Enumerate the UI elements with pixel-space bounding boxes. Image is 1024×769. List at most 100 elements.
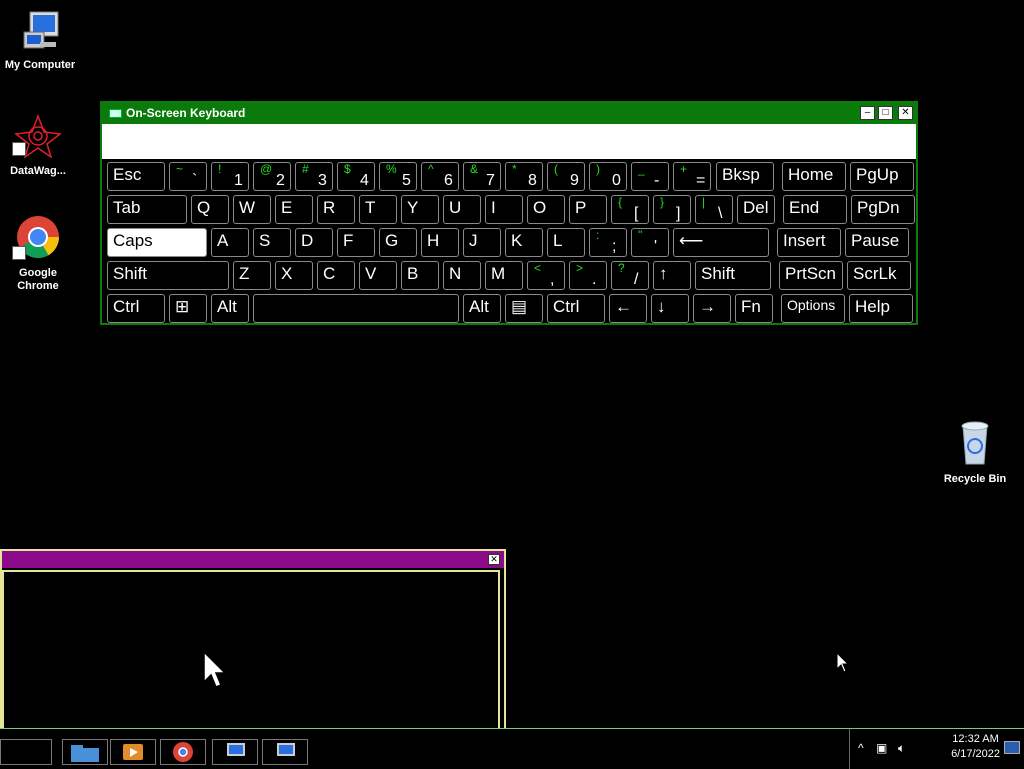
taskbar-item-computer-2[interactable]: [262, 739, 308, 765]
key-del[interactable]: Del: [737, 195, 775, 224]
key-slash[interactable]: ? /: [611, 261, 649, 290]
key-equals[interactable]: + =: [673, 162, 711, 191]
key-b[interactable]: B: [401, 261, 439, 290]
key-4[interactable]: $4: [337, 162, 375, 191]
key-minus[interactable]: _ -: [631, 162, 669, 191]
close-button[interactable]: ✕: [488, 554, 500, 565]
key-end[interactable]: End: [783, 195, 847, 224]
key-m[interactable]: M: [485, 261, 523, 290]
key-label: R: [323, 198, 336, 217]
key-pgdn[interactable]: PgDn: [851, 195, 915, 224]
magnifier-title-bar[interactable]: ✕: [2, 551, 504, 568]
key-home[interactable]: Home: [782, 162, 846, 191]
key-scrlk[interactable]: ScrLk: [847, 261, 911, 290]
key-lshift[interactable]: Shift: [107, 261, 229, 290]
key-j[interactable]: J: [463, 228, 501, 257]
key-prtscn[interactable]: PrtScn: [779, 261, 843, 290]
key-left[interactable]: ←: [609, 294, 647, 323]
key-9[interactable]: (9: [547, 162, 585, 191]
key-right[interactable]: →: [693, 294, 731, 323]
key-label: V: [365, 264, 377, 283]
key-g[interactable]: G: [379, 228, 417, 257]
show-desktop-icon[interactable]: [1004, 741, 1020, 754]
key-esc[interactable]: Esc: [107, 162, 165, 191]
key-8[interactable]: * 8: [505, 162, 543, 191]
key-w[interactable]: W: [233, 195, 271, 224]
desktop-icon-my-computer[interactable]: My Computer: [0, 10, 80, 72]
key-3[interactable]: #3: [295, 162, 333, 191]
key-e[interactable]: E: [275, 195, 313, 224]
key-backslash[interactable]: | \: [695, 195, 733, 224]
key-up[interactable]: ↑: [653, 261, 691, 290]
key-comma[interactable]: <,: [527, 261, 565, 290]
volume-icon[interactable]: 🔈︎: [898, 741, 905, 756]
key-1[interactable]: ! 1: [211, 162, 249, 191]
key-ralt[interactable]: Alt: [463, 294, 501, 323]
key-z[interactable]: Z: [233, 261, 271, 290]
key-space[interactable]: [253, 294, 459, 323]
key-caps[interactable]: Caps: [107, 228, 207, 257]
key-7[interactable]: & 7: [463, 162, 501, 191]
key-fn[interactable]: Fn: [735, 294, 773, 323]
key-enter[interactable]: ⟵: [673, 228, 769, 257]
key-help[interactable]: Help: [849, 294, 913, 323]
key-rctrl[interactable]: Ctrl: [547, 294, 605, 323]
key-period[interactable]: >.: [569, 261, 607, 290]
key-lbracket[interactable]: {[: [611, 195, 649, 224]
key-menu[interactable]: ▤: [505, 294, 543, 323]
key-backtick[interactable]: ~ `: [169, 162, 207, 191]
key-f[interactable]: F: [337, 228, 375, 257]
close-button[interactable]: ✕: [898, 106, 913, 120]
key-k[interactable]: K: [505, 228, 543, 257]
taskbar-item-chrome[interactable]: [160, 739, 206, 765]
key-a[interactable]: A: [211, 228, 249, 257]
key-h[interactable]: H: [421, 228, 459, 257]
key-2[interactable]: @2: [253, 162, 291, 191]
minimize-button[interactable]: –: [860, 106, 875, 120]
key-bksp[interactable]: Bksp: [716, 162, 774, 191]
taskbar-item-media[interactable]: [110, 739, 156, 765]
key-d[interactable]: D: [295, 228, 333, 257]
key-x[interactable]: X: [275, 261, 313, 290]
key-lalt[interactable]: Alt: [211, 294, 249, 323]
key-n[interactable]: N: [443, 261, 481, 290]
key-s[interactable]: S: [253, 228, 291, 257]
key-p[interactable]: P: [569, 195, 607, 224]
key-win[interactable]: ⊞: [169, 294, 207, 323]
taskbar-item-explorer[interactable]: [62, 739, 108, 765]
key-rbracket[interactable]: }]: [653, 195, 691, 224]
key-pause[interactable]: Pause: [845, 228, 909, 257]
key-pgup[interactable]: PgUp: [850, 162, 914, 191]
key-v[interactable]: V: [359, 261, 397, 290]
key-t[interactable]: T: [359, 195, 397, 224]
key-down[interactable]: ↓: [651, 294, 689, 323]
key-u[interactable]: U: [443, 195, 481, 224]
key-o[interactable]: O: [527, 195, 565, 224]
key-tab[interactable]: Tab: [107, 195, 187, 224]
key-options[interactable]: Options: [781, 294, 845, 323]
key-insert[interactable]: Insert: [777, 228, 841, 257]
key-r[interactable]: R: [317, 195, 355, 224]
osk-title-bar[interactable]: On-Screen Keyboard – □ ✕: [102, 103, 916, 124]
clock[interactable]: 12:32 AM 6/17/2022: [951, 732, 1000, 762]
key-y[interactable]: Y: [401, 195, 439, 224]
desktop-icon-google-chrome[interactable]: Google Chrome: [0, 214, 78, 293]
taskbar-item-computer[interactable]: [212, 739, 258, 765]
maximize-button[interactable]: □: [878, 106, 893, 120]
key-i[interactable]: I: [485, 195, 523, 224]
key-lctrl[interactable]: Ctrl: [107, 294, 165, 323]
key-5[interactable]: % 5: [379, 162, 417, 191]
desktop-icon-recycle-bin[interactable]: Recycle Bin: [935, 418, 1015, 486]
key-0[interactable]: ) 0: [589, 162, 627, 191]
key-6[interactable]: ^ 6: [421, 162, 459, 191]
show-hidden-icons-button[interactable]: ^: [858, 741, 864, 755]
start-button[interactable]: [0, 739, 52, 765]
network-icon[interactable]: ▣: [876, 741, 887, 755]
key-q[interactable]: Q: [191, 195, 229, 224]
key-l[interactable]: L: [547, 228, 585, 257]
key-semicolon[interactable]: :;: [589, 228, 627, 257]
key-c[interactable]: C: [317, 261, 355, 290]
desktop-icon-datawag[interactable]: DataWag...: [0, 113, 78, 178]
key-rshift[interactable]: Shift: [695, 261, 771, 290]
key-quote[interactable]: " ': [631, 228, 669, 257]
